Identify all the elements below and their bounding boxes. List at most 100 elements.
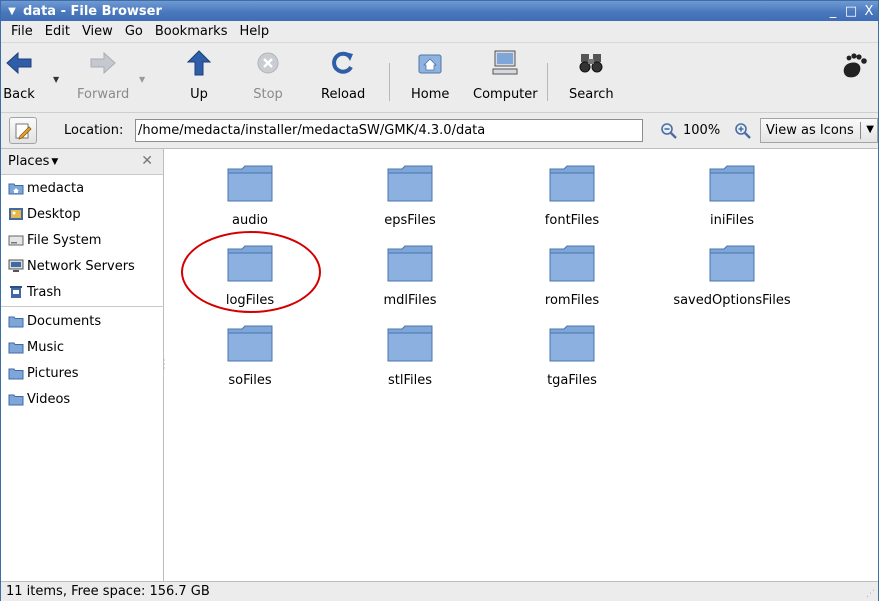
arrow-left-icon [3, 49, 35, 77]
minimize-icon[interactable]: _ [824, 4, 842, 19]
menu-go[interactable]: Go [119, 24, 149, 39]
sidebar-item-videos[interactable]: Videos [1, 386, 163, 412]
sidebar-item-desktop[interactable]: Desktop [1, 201, 163, 227]
forward-button[interactable]: Forward [77, 49, 129, 102]
folder-icon [8, 392, 24, 406]
computer-icon [489, 49, 521, 77]
folder-icon [227, 165, 273, 202]
desktop-icon [8, 207, 24, 221]
folder-name: mdlFiles [383, 293, 437, 308]
sidebar-header-label: Places [8, 154, 50, 169]
sidebar-item-documents[interactable]: Documents [1, 308, 163, 334]
folder-icon [549, 165, 595, 202]
window-title: data - File Browser [23, 3, 162, 19]
sidebar-header[interactable]: Places ▼ ✕ [1, 149, 163, 175]
back-button[interactable]: Back [3, 49, 35, 102]
close-icon[interactable]: X [860, 4, 878, 19]
menu-view[interactable]: View [76, 24, 119, 39]
menu-bookmarks[interactable]: Bookmarks [149, 24, 234, 39]
window-menu-icon[interactable]: ▼ [1, 6, 23, 17]
folder-name: epsFiles [384, 213, 436, 228]
home-label: Home [411, 87, 450, 102]
folder-icon [8, 314, 24, 328]
menu-edit[interactable]: Edit [39, 24, 76, 39]
drive-icon [8, 233, 24, 247]
home-button[interactable]: Home [411, 49, 449, 102]
zoom-out-icon[interactable] [660, 122, 678, 144]
view-mode-select[interactable]: View as Icons ▼ [760, 118, 878, 143]
folder-icon [709, 165, 755, 202]
toolbar-separator [547, 63, 548, 101]
sidebar-item-label: Documents [27, 313, 102, 329]
reload-icon [327, 49, 359, 77]
reload-button[interactable]: Reload [321, 49, 365, 102]
status-text: 11 items, Free space: 156.7 GB [6, 584, 210, 599]
home-folder-icon [8, 181, 24, 195]
sidebar-item-medacta[interactable]: medacta [1, 175, 163, 201]
sidebar-item-label: Music [27, 339, 64, 355]
forward-label: Forward [77, 87, 130, 102]
resize-grip-icon[interactable]: ⋰ [866, 589, 875, 599]
folder-icon [387, 325, 433, 362]
forward-history-chevron-down-icon[interactable]: ▼ [139, 75, 145, 84]
toggle-location-button[interactable] [9, 117, 37, 144]
sidebar-item-label: Videos [27, 391, 71, 407]
folder-item-savedoptionsfiles[interactable]: savedOptionsFiles [657, 243, 807, 308]
view-mode-divider [860, 122, 861, 139]
title-bar[interactable]: ▼ data - File Browser _ □ X [1, 1, 878, 21]
file-browser-window: ▼ data - File Browser _ □ X File Edit Vi… [0, 0, 879, 601]
sidebar-close-icon[interactable]: ✕ [141, 153, 153, 169]
computer-button[interactable]: Computer [473, 49, 538, 102]
folder-item-mdlfiles[interactable]: mdlFiles [335, 243, 485, 308]
sidebar-item-label: Desktop [27, 206, 81, 222]
places-sidebar: Places ▼ ✕ medacta Desktop File System N… [1, 149, 164, 581]
folder-name: iniFiles [710, 213, 754, 228]
sidebar-item-pictures[interactable]: Pictures [1, 360, 163, 386]
home-icon [414, 49, 446, 77]
location-input[interactable] [135, 119, 643, 142]
stop-button[interactable]: Stop [252, 49, 284, 102]
folder-item-stlfiles[interactable]: stlFiles [335, 323, 485, 388]
folder-name: fontFiles [544, 213, 600, 228]
menu-file[interactable]: File [5, 24, 39, 39]
folder-icon [387, 245, 433, 282]
toolbar-separator [389, 63, 390, 101]
folder-item-romfiles[interactable]: romFiles [497, 243, 647, 308]
zoom-in-icon[interactable] [734, 122, 752, 144]
search-button[interactable]: Search [569, 49, 614, 102]
trash-icon [8, 285, 24, 299]
folder-name: savedOptionsFiles [673, 293, 791, 308]
view-mode-label: View as Icons [766, 123, 854, 138]
arrow-up-icon [183, 49, 215, 77]
computer-label: Computer [473, 87, 538, 102]
sidebar-header-chevron-down-icon: ▼ [51, 156, 59, 167]
folder-item-sofiles[interactable]: soFiles [175, 323, 325, 388]
folder-name: tgaFiles [547, 373, 597, 388]
folder-icon [227, 325, 273, 362]
folder-icon [549, 245, 595, 282]
file-icon-view: audio epsFiles fontFiles iniFiles logFil… [165, 149, 878, 581]
sidebar-item-label: Pictures [27, 365, 79, 381]
folder-item-epsfiles[interactable]: epsFiles [335, 163, 485, 228]
folder-item-inifiles[interactable]: iniFiles [657, 163, 807, 228]
sidebar-item-network-servers[interactable]: Network Servers [1, 253, 163, 279]
chevron-down-icon: ▼ [866, 124, 874, 135]
folder-item-fontfiles[interactable]: fontFiles [497, 163, 647, 228]
back-label: Back [3, 87, 35, 102]
folder-item-audio[interactable]: audio [175, 163, 325, 228]
folder-item-tgafiles[interactable]: tgaFiles [497, 323, 647, 388]
sidebar-item-music[interactable]: Music [1, 334, 163, 360]
menu-help[interactable]: Help [233, 24, 275, 39]
sidebar-item-trash[interactable]: Trash [1, 279, 163, 305]
up-button[interactable]: Up [183, 49, 215, 102]
folder-icon [387, 165, 433, 202]
maximize-icon[interactable]: □ [842, 4, 860, 19]
location-label: Location: [64, 123, 124, 138]
zoom-level[interactable]: 100% [683, 123, 720, 138]
folder-icon [8, 366, 24, 380]
stop-label: Stop [253, 87, 283, 102]
up-label: Up [190, 87, 208, 102]
sidebar-item-file-system[interactable]: File System [1, 227, 163, 253]
search-label: Search [569, 87, 614, 102]
back-history-chevron-down-icon[interactable]: ▼ [53, 75, 59, 84]
